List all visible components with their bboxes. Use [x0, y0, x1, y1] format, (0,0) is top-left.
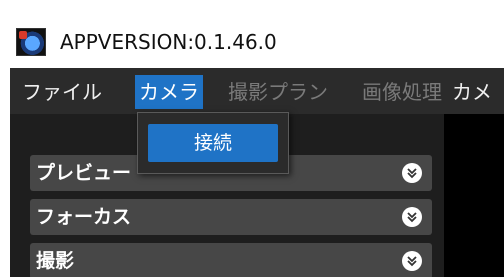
window-title: APPVERSION:0.1.46.0: [60, 30, 277, 54]
title-bar: APPVERSION:0.1.46.0: [10, 12, 504, 68]
chevron-double-down-icon[interactable]: [402, 207, 422, 227]
menu-item-connect[interactable]: 接続: [148, 124, 278, 162]
panel-focus-label: フォーカス: [36, 206, 132, 228]
panel-focus[interactable]: フォーカス: [30, 199, 432, 235]
menu-camera-overflow[interactable]: カメ: [448, 75, 496, 109]
menu-image-processing[interactable]: 画像処理: [358, 75, 446, 109]
panel-shooting-label: 撮影: [36, 250, 75, 272]
chevron-double-down-icon[interactable]: [402, 163, 422, 183]
menu-file[interactable]: ファイル: [18, 75, 106, 109]
chevron-double-down-icon[interactable]: [402, 251, 422, 271]
app-logo-icon: [16, 28, 46, 56]
camera-menu-dropdown: 接続: [137, 112, 289, 174]
menu-camera[interactable]: カメラ: [135, 75, 203, 109]
preview-area: [444, 114, 504, 277]
menu-shooting-plan[interactable]: 撮影プラン: [224, 75, 332, 109]
app-window: APPVERSION:0.1.46.0 ファイル カメラ 撮影プラン 画像処理 …: [10, 12, 504, 277]
panel-preview-label: プレビュー: [36, 162, 132, 184]
menu-bar: ファイル カメラ 撮影プラン 画像処理 カメ: [10, 68, 504, 114]
panel-shooting[interactable]: 撮影: [30, 243, 432, 277]
